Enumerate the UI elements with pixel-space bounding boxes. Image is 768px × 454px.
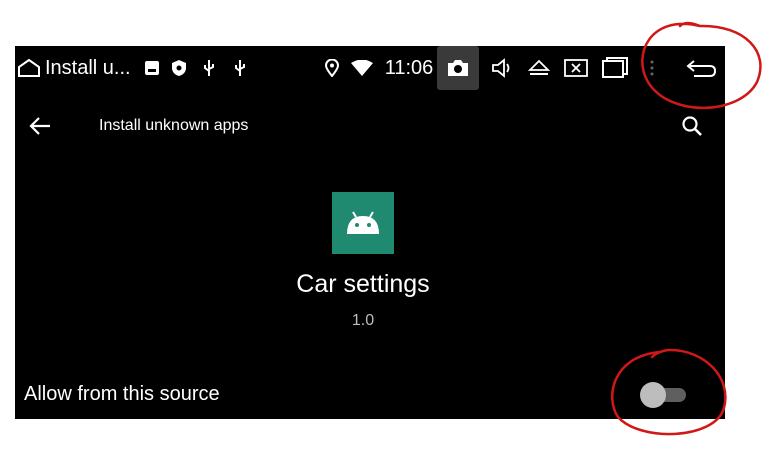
- back-icon[interactable]: [681, 46, 721, 90]
- allow-from-source-label: Allow from this source: [24, 383, 220, 405]
- status-title-text: Install u...: [45, 56, 131, 79]
- app-version: 1.0: [351, 312, 375, 329]
- wifi-icon: [350, 46, 374, 90]
- clock: 11:06: [379, 46, 439, 90]
- home-icon[interactable]: [15, 46, 43, 90]
- camera-icon[interactable]: [437, 46, 479, 90]
- back-arrow-icon[interactable]: [23, 104, 57, 148]
- app-bar: Install unknown apps: [15, 104, 725, 148]
- usb-icon-2: [229, 46, 251, 90]
- shield-icon: [168, 46, 190, 90]
- gallery-notification-icon: [141, 46, 163, 90]
- eject-icon[interactable]: [525, 46, 553, 90]
- status-bar: Install u... 11:06: [15, 46, 725, 90]
- device-screen: Install u... 11:06 Install unknown apps …: [15, 46, 725, 419]
- allow-from-source-toggle[interactable]: [640, 382, 690, 408]
- recent-apps-icon[interactable]: [599, 46, 631, 90]
- android-icon: [347, 211, 379, 234]
- search-icon[interactable]: [675, 104, 709, 148]
- toggle-thumb: [640, 382, 666, 408]
- volume-icon[interactable]: [489, 46, 515, 90]
- app-name: Car settings: [296, 270, 430, 298]
- close-window-icon[interactable]: [561, 46, 591, 90]
- more-icon[interactable]: [645, 46, 659, 90]
- app-icon: [332, 192, 394, 254]
- status-title: Install u...: [45, 46, 155, 90]
- clock-text: 11:06: [384, 56, 434, 79]
- page-title: Install unknown apps: [99, 117, 249, 134]
- location-icon: [321, 46, 343, 90]
- usb-icon: [198, 46, 220, 90]
- allow-from-source-row[interactable]: Allow from this source: [15, 371, 725, 417]
